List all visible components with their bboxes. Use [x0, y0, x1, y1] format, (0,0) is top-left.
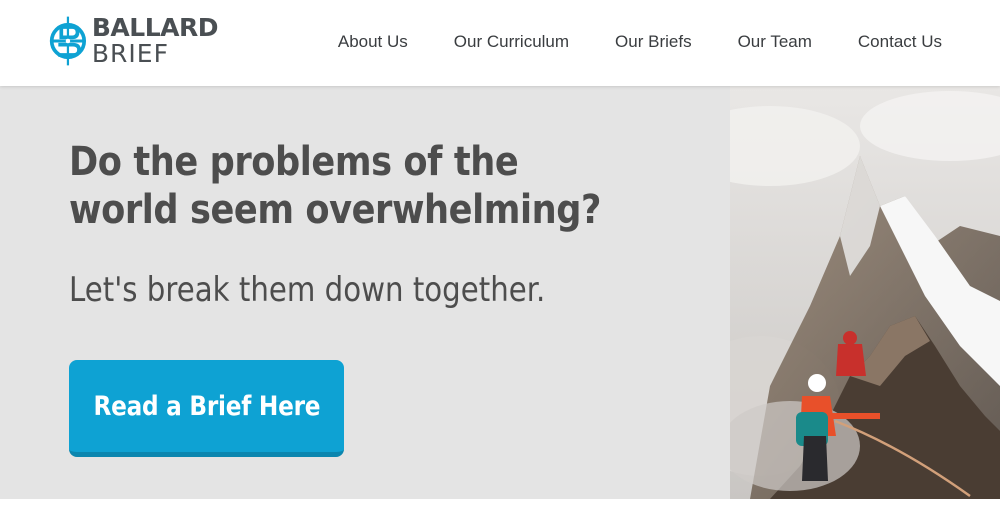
mountain-climbers-image [730, 86, 1000, 499]
hero-section: Do the problems of the world seem overwh… [0, 86, 730, 499]
mountain-climbers-illustration [730, 86, 1000, 499]
read-brief-button[interactable]: Read a Brief Here [69, 360, 344, 457]
ballard-brief-logo-icon [49, 16, 87, 66]
nav-our-curriculum[interactable]: Our Curriculum [454, 32, 569, 52]
main-nav: About Us Our Curriculum Our Briefs Our T… [338, 0, 942, 84]
logo-text-brief: BRIEF [91, 39, 169, 68]
nav-about-us[interactable]: About Us [338, 32, 408, 52]
read-brief-button-label: Read a Brief Here [93, 390, 320, 422]
hero-subheadline: Let's break them down together. [69, 270, 546, 310]
site-header: BALLARD BRIEF About Us Our Curriculum Ou… [0, 0, 1000, 86]
ballard-brief-logo[interactable]: BALLARD BRIEF [48, 6, 219, 76]
hero-headline: Do the problems of the world seem overwh… [69, 139, 601, 233]
nav-our-team[interactable]: Our Team [738, 32, 812, 52]
below-hero-area [0, 499, 1000, 518]
nav-contact-us[interactable]: Contact Us [858, 32, 942, 52]
logo-text-ballard: BALLARD [91, 13, 219, 42]
logo-wordmark: BALLARD BRIEF [91, 13, 219, 68]
nav-our-briefs[interactable]: Our Briefs [615, 32, 692, 52]
